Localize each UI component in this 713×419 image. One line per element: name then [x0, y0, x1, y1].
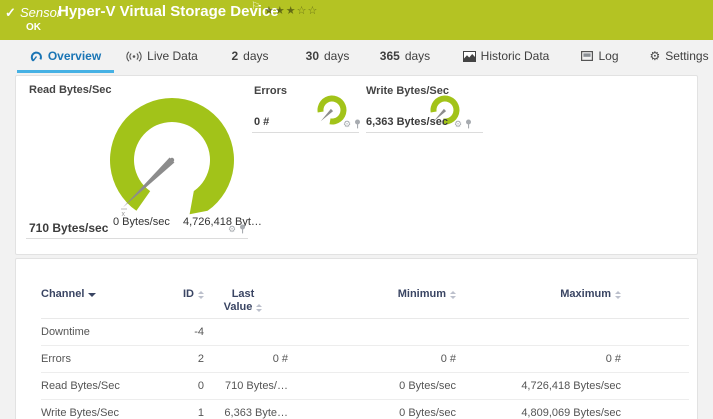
gauge-value-read: 710 Bytes/sec [29, 221, 109, 235]
channel-minimum: 0 # [440, 353, 456, 365]
tab-label: days [243, 49, 269, 63]
pin-icon[interactable] [354, 119, 361, 129]
section-divider [252, 132, 359, 133]
tab-label: Live Data [147, 49, 198, 63]
channel-maximum: 4,726,418 Bytes/sec [521, 380, 621, 392]
gear-icon: ⚙ [649, 49, 661, 63]
tab-label: Settings [665, 49, 709, 63]
channel-id: 2 [197, 353, 204, 365]
live-signal-icon [126, 50, 142, 62]
table-row[interactable]: Errors 2 0 # 0 # 0 # ⚙⚙ [41, 346, 689, 373]
tab-365-days[interactable]: 365 days [374, 40, 436, 72]
tab-historic-data[interactable]: Historic Data [460, 40, 552, 72]
priority-stars[interactable]: ★★★☆☆ [264, 4, 318, 17]
channel-id: 0 [197, 380, 204, 392]
tab-label: Log [598, 49, 619, 63]
flag-icon[interactable]: ⚐ [251, 1, 260, 12]
channel-maximum [471, 319, 621, 346]
gauge-max-label: 4,726,418 Byt… [183, 216, 262, 228]
channel-id: -4 [194, 326, 204, 338]
column-header-maximum[interactable]: Maximum [471, 288, 621, 301]
status-badge: OK [26, 22, 41, 33]
gauge-settings-icon[interactable]: ⚙ [454, 119, 462, 129]
page-title: Hyper-V Virtual Storage Device [58, 3, 279, 20]
log-icon [581, 51, 594, 61]
tab-live-data[interactable]: Live Data [122, 40, 202, 72]
column-header-minimum[interactable]: Minimum [306, 288, 456, 301]
sort-icon[interactable] [450, 290, 456, 299]
section-divider [366, 132, 483, 133]
chevron-down-icon [88, 292, 97, 297]
tab-label: days [404, 49, 431, 63]
channels-table-panel: Channel ID Last Value Minimum Maximum Do… [15, 258, 698, 419]
column-label: Channel [41, 288, 85, 300]
pin-icon[interactable] [239, 224, 246, 234]
channel-minimum [306, 319, 456, 346]
tab-settings[interactable]: ⚙ Settings [648, 40, 710, 72]
table-row[interactable]: Downtime -4 ⚙⚙ [41, 319, 689, 346]
gauge-title-read: Read Bytes/Sec [29, 84, 112, 96]
stars-filled[interactable]: ★★★ [264, 5, 297, 17]
gauge-min-label: 0 Bytes/sec [113, 216, 170, 228]
table-row[interactable]: Write Bytes/Sec 1 6,363 Byte… 0 Bytes/se… [41, 400, 689, 419]
column-header-last-value[interactable]: Last Value [198, 288, 288, 314]
gauge-value-write: 6,363 Bytes/sec [366, 116, 448, 128]
stars-empty[interactable]: ☆☆ [297, 5, 319, 17]
channel-maximum: 4,809,069 Bytes/sec [521, 407, 621, 419]
channel-last-value: 710 Bytes/… [225, 380, 288, 392]
channel-minimum: 0 Bytes/sec [399, 407, 456, 419]
gauge-settings-icon[interactable]: ⚙ [343, 119, 351, 129]
gauge-value-errors: 0 # [254, 116, 270, 128]
read-bytes-gauge[interactable]: x [106, 96, 241, 218]
gauges-panel: Read Bytes/Sec x 0 Bytes/sec 4,726,418 B… [15, 75, 698, 255]
gauge-icon [30, 51, 42, 61]
column-label: ID [183, 288, 194, 300]
column-label: Minimum [397, 288, 446, 300]
tab-30-days[interactable]: 30 days [300, 40, 355, 72]
section-divider [26, 238, 248, 239]
channel-maximum: 0 # [605, 353, 621, 365]
pin-icon[interactable] [465, 119, 472, 129]
tab-log[interactable]: Log [578, 40, 622, 72]
sensor-kind-label: Sensor [20, 5, 62, 20]
sort-icon[interactable] [256, 303, 263, 312]
prtg-sensor-page: ✓ Sensor OK Hyper-V Virtual Storage Devi… [0, 0, 713, 419]
channel-minimum: 0 Bytes/sec [399, 380, 456, 392]
tab-label: Overview [47, 49, 102, 63]
chart-icon [462, 50, 476, 62]
active-tab-underline [17, 70, 114, 73]
gauge-title-errors: Errors [254, 85, 288, 97]
channel-last-value: 6,363 Byte… [224, 407, 288, 419]
sort-icon[interactable] [615, 290, 621, 299]
table-header-row: Channel ID Last Value Minimum Maximum [41, 279, 689, 319]
channel-last-value: 0 # [272, 353, 288, 365]
channel-last-value [198, 319, 288, 346]
channel-id: 1 [197, 407, 204, 419]
column-label: Value [223, 301, 253, 313]
gauge-settings-icon[interactable]: ⚙ [228, 224, 236, 234]
tab-number: 2 [231, 49, 239, 63]
tab-number: 30 [305, 49, 319, 63]
status-ok-icon: ✓ [5, 5, 16, 20]
tab-bar: Overview Live Data 2 days 30 days 365 da… [0, 40, 713, 75]
tab-number: 365 [379, 49, 400, 63]
tab-overview[interactable]: Overview [17, 40, 114, 72]
column-label: Maximum [560, 288, 611, 300]
column-label: Last [231, 288, 255, 300]
table-row[interactable]: Read Bytes/Sec 0 710 Bytes/… 0 Bytes/sec… [41, 373, 689, 400]
tab-2-days[interactable]: 2 days [225, 40, 275, 72]
tab-label: days [324, 49, 350, 63]
column-header-id[interactable]: ID [136, 288, 204, 301]
sensor-banner: ✓ Sensor OK Hyper-V Virtual Storage Devi… [0, 0, 713, 40]
tab-label: Historic Data [480, 49, 550, 63]
